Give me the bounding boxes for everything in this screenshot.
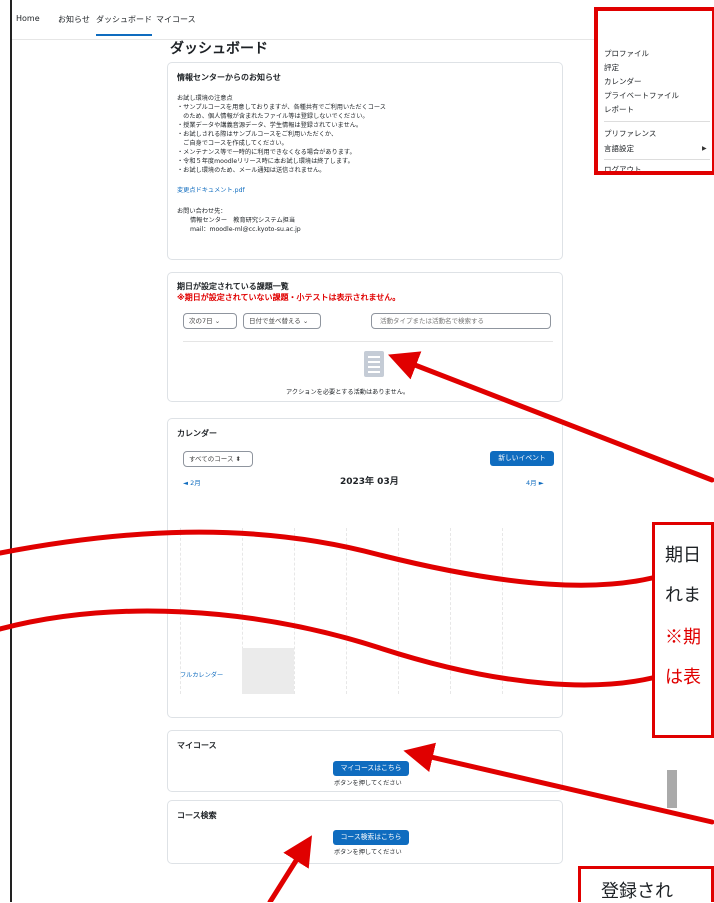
arrow-to-mycourses: [403, 742, 714, 825]
red-curve-lower: [0, 608, 655, 688]
arrow-to-course-search: [267, 835, 312, 902]
annotation-overlay: [0, 351, 714, 902]
red-curve-upper: [0, 529, 655, 588]
arrow-to-timeline: [388, 351, 714, 483]
